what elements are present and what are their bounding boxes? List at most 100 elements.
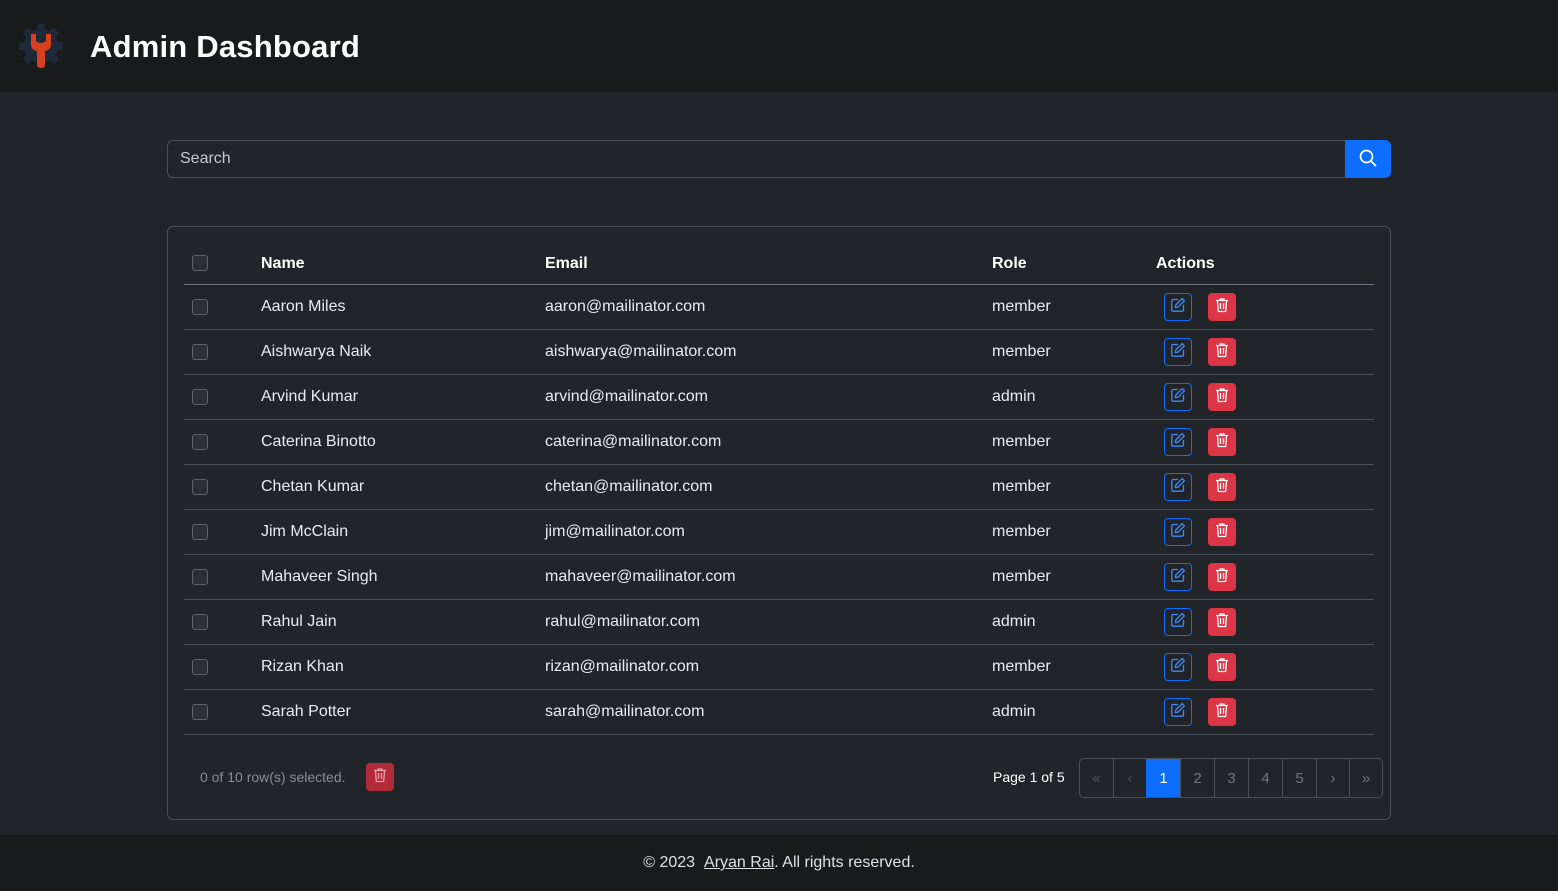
next-page-button[interactable]: › bbox=[1316, 759, 1349, 797]
gear-wrench-icon bbox=[17, 22, 65, 70]
user-name: Arvind Kumar bbox=[261, 374, 545, 420]
user-role: member bbox=[992, 554, 1156, 600]
last-page-button[interactable]: » bbox=[1349, 759, 1382, 797]
column-header-actions: Actions bbox=[1156, 243, 1374, 285]
search-button[interactable] bbox=[1345, 140, 1391, 178]
page-button-5[interactable]: 5 bbox=[1282, 759, 1316, 797]
edit-button[interactable] bbox=[1164, 518, 1192, 546]
site-footer: © 2023 Aryan Rai . All rights reserved. bbox=[0, 835, 1558, 891]
select-all-checkbox[interactable] bbox=[192, 255, 208, 272]
trash-icon bbox=[1215, 342, 1229, 363]
user-email: mahaveer@mailinator.com bbox=[545, 554, 992, 600]
trash-icon bbox=[1215, 612, 1229, 633]
trash-icon bbox=[1215, 702, 1229, 723]
delete-button[interactable] bbox=[1208, 293, 1236, 321]
column-header-email[interactable]: Email bbox=[545, 243, 992, 285]
pagination: « ‹ 1 2 3 4 5 › » bbox=[1079, 758, 1383, 798]
table-header-row: Name Email Role Actions bbox=[184, 243, 1374, 285]
edit-button[interactable] bbox=[1164, 563, 1192, 591]
edit-button[interactable] bbox=[1164, 293, 1192, 321]
user-email: aishwarya@mailinator.com bbox=[545, 329, 992, 375]
selection-count: 0 of 10 row(s) selected. bbox=[200, 769, 346, 785]
delete-button[interactable] bbox=[1208, 608, 1236, 636]
user-email: rizan@mailinator.com bbox=[545, 644, 992, 690]
row-checkbox[interactable] bbox=[192, 343, 208, 360]
user-name: Caterina Binotto bbox=[261, 419, 545, 465]
column-header-name[interactable]: Name bbox=[261, 243, 545, 285]
app-title: Admin Dashboard bbox=[90, 29, 360, 64]
delete-button[interactable] bbox=[1208, 428, 1236, 456]
user-role: member bbox=[992, 284, 1156, 330]
user-name: Jim McClain bbox=[261, 509, 545, 555]
page-button-3[interactable]: 3 bbox=[1214, 759, 1248, 797]
page-button-4[interactable]: 4 bbox=[1248, 759, 1282, 797]
delete-button[interactable] bbox=[1208, 698, 1236, 726]
copyright-text: © 2023 bbox=[643, 854, 696, 871]
user-name: Aaron Miles bbox=[261, 284, 545, 330]
delete-selected-button[interactable] bbox=[366, 763, 394, 791]
user-role: member bbox=[992, 329, 1156, 375]
edit-button[interactable] bbox=[1164, 608, 1192, 636]
delete-button[interactable] bbox=[1208, 383, 1236, 411]
edit-button[interactable] bbox=[1164, 653, 1192, 681]
edit-button[interactable] bbox=[1164, 383, 1192, 411]
user-role: admin bbox=[992, 599, 1156, 645]
delete-button[interactable] bbox=[1208, 563, 1236, 591]
row-checkbox[interactable] bbox=[192, 433, 208, 450]
delete-button[interactable] bbox=[1208, 473, 1236, 501]
search-bar bbox=[167, 140, 1391, 178]
first-page-button[interactable]: « bbox=[1080, 759, 1113, 797]
trash-icon bbox=[1215, 522, 1229, 543]
user-role: member bbox=[992, 509, 1156, 555]
edit-icon bbox=[1170, 477, 1186, 498]
search-input[interactable] bbox=[167, 140, 1345, 178]
table-row: Chetan Kumar chetan@mailinator.com member bbox=[184, 464, 1374, 510]
table-row: Jim McClain jim@mailinator.com member bbox=[184, 509, 1374, 555]
edit-icon bbox=[1170, 612, 1186, 633]
delete-button[interactable] bbox=[1208, 338, 1236, 366]
table-footer: 0 of 10 row(s) selected. Page 1 of 5 « ‹… bbox=[168, 757, 1390, 798]
edit-button[interactable] bbox=[1164, 698, 1192, 726]
edit-icon bbox=[1170, 702, 1186, 723]
trash-icon bbox=[1215, 432, 1229, 453]
trash-icon bbox=[373, 767, 387, 788]
user-name: Sarah Potter bbox=[261, 689, 545, 735]
user-email: jim@mailinator.com bbox=[545, 509, 992, 555]
page-button-1[interactable]: 1 bbox=[1146, 759, 1180, 797]
page-info: Page 1 of 5 bbox=[993, 769, 1065, 785]
edit-button[interactable] bbox=[1164, 473, 1192, 501]
page-button-2[interactable]: 2 bbox=[1180, 759, 1214, 797]
user-role: admin bbox=[992, 374, 1156, 420]
user-name: Rahul Jain bbox=[261, 599, 545, 645]
row-checkbox[interactable] bbox=[192, 613, 208, 630]
users-table-card: Name Email Role Actions Aaron Miles aaron… bbox=[167, 226, 1391, 820]
user-name: Mahaveer Singh bbox=[261, 554, 545, 600]
column-header-role[interactable]: Role bbox=[992, 243, 1156, 285]
user-email: rahul@mailinator.com bbox=[545, 599, 992, 645]
edit-button[interactable] bbox=[1164, 338, 1192, 366]
row-checkbox[interactable] bbox=[192, 388, 208, 405]
row-checkbox[interactable] bbox=[192, 298, 208, 315]
delete-button[interactable] bbox=[1208, 653, 1236, 681]
trash-icon bbox=[1215, 297, 1229, 318]
row-checkbox[interactable] bbox=[192, 523, 208, 540]
row-checkbox[interactable] bbox=[192, 703, 208, 720]
delete-button[interactable] bbox=[1208, 518, 1236, 546]
table-row: Sarah Potter sarah@mailinator.com admin bbox=[184, 689, 1374, 735]
table-row: Arvind Kumar arvind@mailinator.com admin bbox=[184, 374, 1374, 420]
user-email: sarah@mailinator.com bbox=[545, 689, 992, 735]
row-checkbox[interactable] bbox=[192, 568, 208, 585]
trash-icon bbox=[1215, 567, 1229, 588]
prev-page-button[interactable]: ‹ bbox=[1113, 759, 1146, 797]
user-email: arvind@mailinator.com bbox=[545, 374, 992, 420]
trash-icon bbox=[1215, 477, 1229, 498]
row-checkbox[interactable] bbox=[192, 478, 208, 495]
author-link[interactable]: Aryan Rai bbox=[704, 854, 774, 872]
user-role: member bbox=[992, 464, 1156, 510]
user-email: chetan@mailinator.com bbox=[545, 464, 992, 510]
table-row: Rizan Khan rizan@mailinator.com member bbox=[184, 644, 1374, 690]
user-name: Aishwarya Naik bbox=[261, 329, 545, 375]
row-checkbox[interactable] bbox=[192, 658, 208, 675]
rights-text: . All rights reserved. bbox=[774, 854, 915, 871]
edit-button[interactable] bbox=[1164, 428, 1192, 456]
